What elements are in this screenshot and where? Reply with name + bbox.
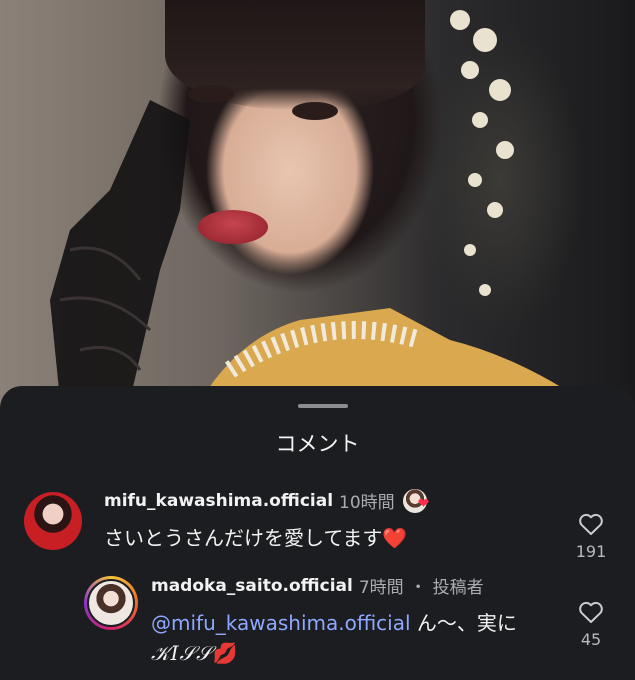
avatar[interactable]: [84, 576, 138, 630]
comment-text-body: さいとうさんだけを愛してます: [104, 526, 383, 550]
comment-username[interactable]: mifu_kawashima.official: [104, 491, 333, 511]
heart-icon: ❤: [417, 495, 430, 512]
comment-meta: madoka_saito.official 7時間 ・ 投稿者: [151, 573, 484, 599]
comment-time: 7時間: [358, 578, 404, 598]
comments-sheet: コメント mifu_kawashima.official 10時間 ❤ さいとう…: [0, 386, 635, 680]
comment-text-stylized: 𝒦𝐼𝒮𝒮: [151, 641, 213, 665]
avatar-image: [87, 579, 135, 627]
drag-handle[interactable]: [298, 404, 348, 408]
comment-time: 10時間: [339, 493, 395, 513]
like-count: 191: [575, 542, 607, 561]
like-button[interactable]: 191: [571, 512, 611, 561]
heart-emoji: ❤️: [382, 526, 408, 550]
photo-hair-ornament: [450, 10, 514, 296]
like-count: 45: [580, 630, 602, 649]
reply-item: madoka_saito.official 7時間 ・ 投稿者 @mifu_ka…: [0, 576, 635, 680]
comment-text: さいとうさんだけを愛してます❤️: [104, 522, 407, 551]
liked-by-author-badge: ❤: [402, 488, 433, 513]
heart-outline-icon[interactable]: [578, 600, 604, 624]
photo-eye-right: [292, 102, 338, 120]
post-image: [0, 0, 635, 420]
avatar[interactable]: [24, 492, 82, 550]
comment-text-body: ん〜、実に: [410, 611, 517, 635]
comment-meta: mifu_kawashima.official 10時間 ❤: [104, 488, 433, 513]
comment-username[interactable]: madoka_saito.official: [151, 576, 353, 596]
mention-link[interactable]: @mifu_kawashima.official: [151, 611, 411, 635]
comment-item: mifu_kawashima.official 10時間 ❤ さいとうさんだけを…: [0, 486, 635, 576]
sheet-title: コメント: [275, 432, 360, 456]
kiss-mark-emoji: 💋: [212, 641, 238, 665]
comment-text: @mifu_kawashima.official ん〜、実に 𝒦𝐼𝒮𝒮💋: [151, 608, 517, 668]
meta-separator: ・: [409, 578, 427, 598]
heart-outline-icon[interactable]: [578, 512, 604, 536]
like-button[interactable]: 45: [571, 600, 611, 649]
author-tag: 投稿者: [432, 578, 484, 598]
